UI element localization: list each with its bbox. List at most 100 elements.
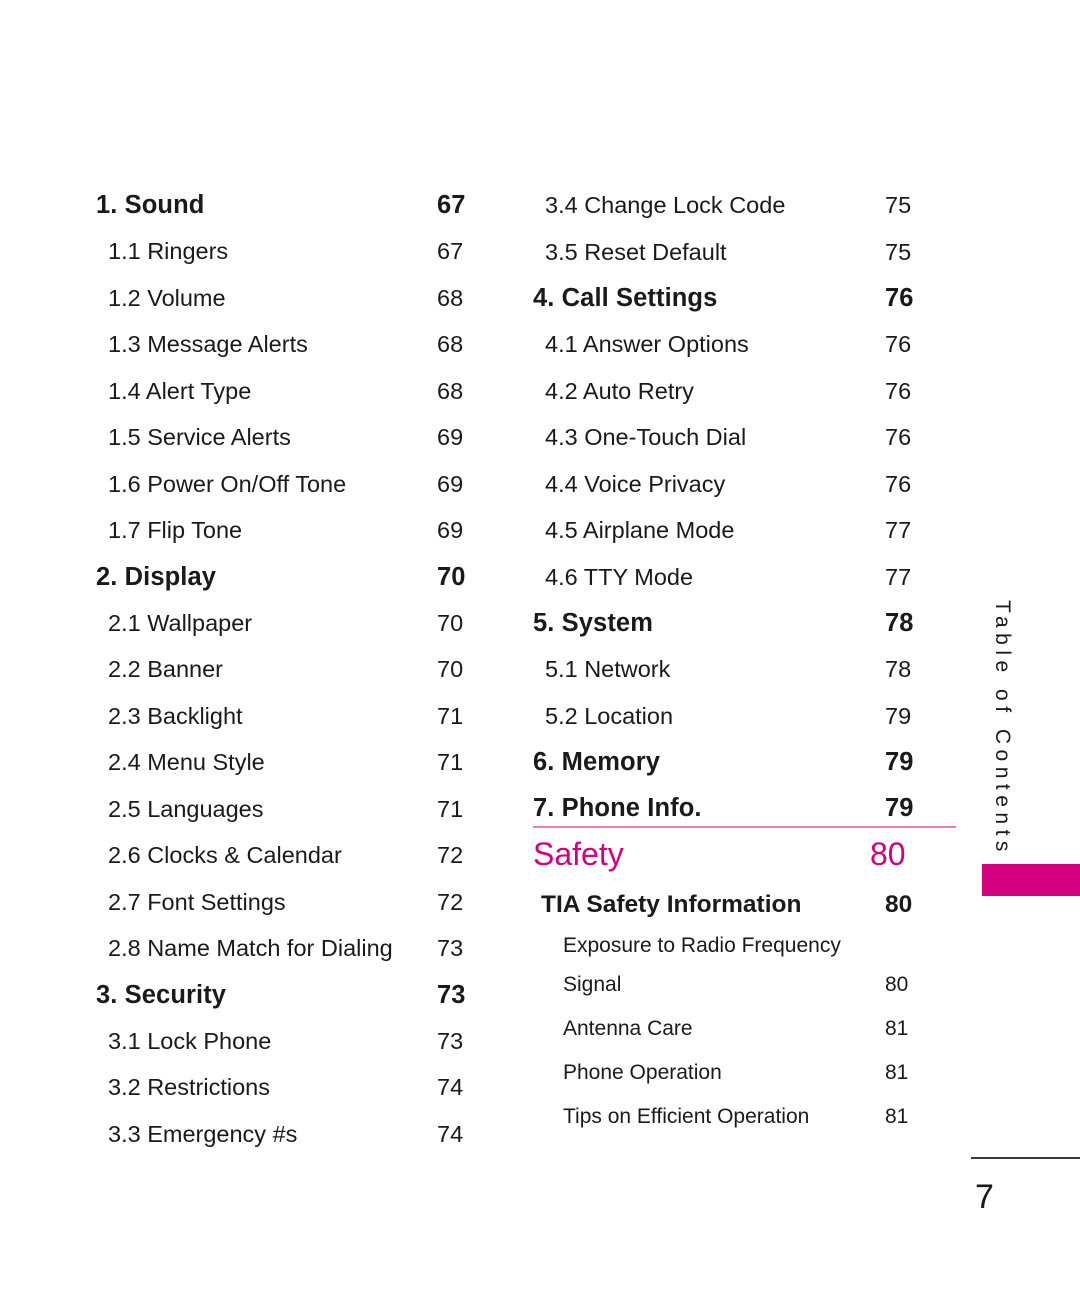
toc-entry[interactable]: 4. Call Settings 76 bbox=[533, 275, 913, 321]
toc-entry-label: 3.2 Restrictions bbox=[108, 1074, 270, 1100]
safety-item[interactable]: Tips on Efficient Operation 81 bbox=[563, 1095, 956, 1139]
toc-entry-page: 76 bbox=[885, 470, 912, 497]
toc-entry-page: 79 bbox=[885, 794, 914, 822]
toc-entry[interactable]: 1.3 Message Alerts 68 bbox=[108, 321, 463, 368]
toc-entry[interactable]: 4.4 Voice Privacy 76 bbox=[545, 461, 911, 508]
toc-entry[interactable]: 2.1 Wallpaper 70 bbox=[108, 600, 463, 647]
toc-entry-page: 73 bbox=[437, 935, 464, 961]
safety-item[interactable]: Phone Operation 81 bbox=[563, 1051, 956, 1095]
safety-subsection-page: 80 bbox=[885, 891, 913, 918]
toc-entry-page: 69 bbox=[437, 424, 464, 450]
safety-item-page: 81 bbox=[885, 1105, 909, 1128]
toc-entry-page: 77 bbox=[885, 517, 912, 543]
toc-entry[interactable]: 3.5 Reset Default 75 bbox=[545, 229, 911, 276]
toc-entry[interactable]: 1.7 Flip Tone 69 bbox=[108, 507, 463, 554]
toc-page: 1. Sound 67 1.1 Ringers 67 1.2 Volume 68… bbox=[0, 0, 1080, 1295]
toc-entry-page: 72 bbox=[437, 842, 464, 868]
toc-entry-page: 70 bbox=[437, 656, 464, 682]
toc-entry[interactable]: 2.5 Languages 71 bbox=[108, 786, 463, 833]
toc-entry-page: 69 bbox=[437, 470, 464, 497]
page-number: 7 bbox=[975, 1178, 994, 1216]
toc-entry-page: 76 bbox=[885, 331, 912, 357]
toc-entry-page: 74 bbox=[437, 1120, 464, 1147]
toc-entry-page: 70 bbox=[437, 609, 464, 636]
toc-entry[interactable]: 1.2 Volume 68 bbox=[108, 275, 463, 322]
toc-entry-label: 4.3 One-Touch Dial bbox=[545, 424, 747, 450]
toc-entry[interactable]: 2.6 Clocks & Calendar 72 bbox=[108, 832, 463, 879]
toc-entry[interactable]: 1.4 Alert Type 68 bbox=[108, 368, 463, 415]
toc-entry-page: 67 bbox=[437, 191, 466, 219]
toc-entry-label: 4. Call Settings bbox=[533, 284, 718, 312]
toc-entry-label: 4.4 Voice Privacy bbox=[545, 470, 726, 497]
safety-item-label: Phone Operation bbox=[563, 1061, 722, 1084]
toc-entry[interactable]: 7. Phone Info. 79 bbox=[533, 785, 913, 831]
toc-entry-page: 77 bbox=[885, 563, 912, 590]
side-tab-marker bbox=[982, 864, 1080, 896]
safety-item-continuation[interactable]: Signal 80 bbox=[563, 963, 956, 1007]
toc-entry-label: 3. Security bbox=[96, 980, 227, 1009]
toc-entry[interactable]: 4.5 Airplane Mode 77 bbox=[545, 507, 911, 554]
toc-entry[interactable]: 2. Display 70 bbox=[96, 554, 465, 600]
toc-entry-label: 2.5 Languages bbox=[108, 795, 264, 822]
toc-entry-label: 1. Sound bbox=[96, 191, 205, 219]
safety-item-label: Exposure to Radio Frequency bbox=[563, 934, 841, 957]
safety-item-page: 81 bbox=[885, 1017, 909, 1040]
toc-entry[interactable]: 4.3 One-Touch Dial 76 bbox=[545, 414, 911, 461]
toc-entry[interactable]: 5. System 78 bbox=[533, 600, 913, 646]
toc-entry-label: 2.7 Font Settings bbox=[108, 888, 286, 915]
toc-entry-page: 75 bbox=[885, 192, 912, 218]
toc-entry-label: 5.1 Network bbox=[545, 656, 671, 682]
toc-entry[interactable]: 2.2 Banner 70 bbox=[108, 646, 463, 693]
toc-entry-label: 3.4 Change Lock Code bbox=[545, 192, 786, 218]
toc-entry-label: 2.1 Wallpaper bbox=[108, 609, 253, 636]
toc-entry-page: 76 bbox=[885, 284, 914, 312]
toc-entry[interactable]: 1.5 Service Alerts 69 bbox=[108, 414, 463, 461]
toc-entry-label: 1.4 Alert Type bbox=[108, 377, 252, 404]
side-tab: Table of Contents bbox=[982, 600, 1080, 896]
safety-subsection-row[interactable]: TIA Safety Information 80 bbox=[541, 880, 956, 929]
toc-entry-label: 2. Display bbox=[96, 562, 217, 591]
toc-entry[interactable]: 6. Memory 79 bbox=[533, 739, 913, 785]
toc-entry-label: 4.2 Auto Retry bbox=[545, 377, 694, 404]
safety-heading-page: 80 bbox=[870, 836, 906, 872]
toc-entry-page: 71 bbox=[437, 795, 464, 822]
toc-entry-label: 7. Phone Info. bbox=[533, 794, 702, 822]
toc-entry[interactable]: 1.1 Ringers 67 bbox=[108, 228, 463, 275]
toc-entry[interactable]: 2.4 Menu Style 71 bbox=[108, 739, 463, 786]
toc-entry[interactable]: 2.8 Name Match for Dialing 73 bbox=[108, 925, 463, 972]
toc-entry-page: 76 bbox=[885, 377, 912, 404]
toc-entry-label: 2.8 Name Match for Dialing bbox=[108, 935, 393, 961]
toc-entry[interactable]: 5.1 Network 78 bbox=[545, 646, 911, 693]
toc-entry[interactable]: 1. Sound 67 bbox=[96, 182, 465, 228]
toc-entry-label: 3.1 Lock Phone bbox=[108, 1027, 272, 1054]
toc-entry[interactable]: 2.3 Backlight 71 bbox=[108, 693, 463, 740]
toc-entry[interactable]: 5.2 Location 79 bbox=[545, 693, 911, 740]
toc-entry-page: 73 bbox=[437, 1027, 464, 1054]
toc-entry-label: 5.2 Location bbox=[545, 702, 674, 729]
toc-entry[interactable]: 4.2 Auto Retry 76 bbox=[545, 368, 911, 415]
safety-item[interactable]: Exposure to Radio Frequency bbox=[563, 929, 956, 963]
toc-entry-label: 3.3 Emergency #s bbox=[108, 1120, 298, 1147]
toc-entry-label: 4.5 Airplane Mode bbox=[545, 517, 735, 543]
toc-entry[interactable]: 3. Security 73 bbox=[96, 972, 465, 1018]
toc-entry[interactable]: 4.1 Answer Options 76 bbox=[545, 321, 911, 368]
toc-entry-label: 1.2 Volume bbox=[108, 284, 226, 311]
safety-item-label: Tips on Efficient Operation bbox=[563, 1105, 810, 1128]
toc-entry[interactable]: 4.6 TTY Mode 77 bbox=[545, 554, 911, 601]
safety-subsection-label: TIA Safety Information bbox=[541, 891, 802, 918]
toc-entry[interactable]: 3.2 Restrictions 74 bbox=[108, 1064, 463, 1111]
toc-entry[interactable]: 3.1 Lock Phone 73 bbox=[108, 1018, 463, 1065]
toc-entry[interactable]: 1.6 Power On/Off Tone 69 bbox=[108, 461, 463, 508]
toc-column-right: 3.4 Change Lock Code 75 3.5 Reset Defaul… bbox=[533, 182, 913, 831]
toc-entry-page: 76 bbox=[885, 424, 912, 450]
toc-entry-label: 1.1 Ringers bbox=[108, 238, 229, 264]
toc-entry[interactable]: 3.3 Emergency #s 74 bbox=[108, 1111, 463, 1158]
safety-item[interactable]: Antenna Care 81 bbox=[563, 1007, 956, 1051]
safety-item-label: Signal bbox=[563, 973, 622, 996]
toc-entry-page: 68 bbox=[437, 377, 464, 404]
safety-heading-row[interactable]: Safety 80 bbox=[533, 828, 956, 880]
safety-item-page: 81 bbox=[885, 1061, 909, 1084]
toc-entry[interactable]: 2.7 Font Settings 72 bbox=[108, 879, 463, 926]
toc-entry-page: 78 bbox=[885, 609, 914, 637]
toc-entry[interactable]: 3.4 Change Lock Code 75 bbox=[545, 182, 911, 229]
